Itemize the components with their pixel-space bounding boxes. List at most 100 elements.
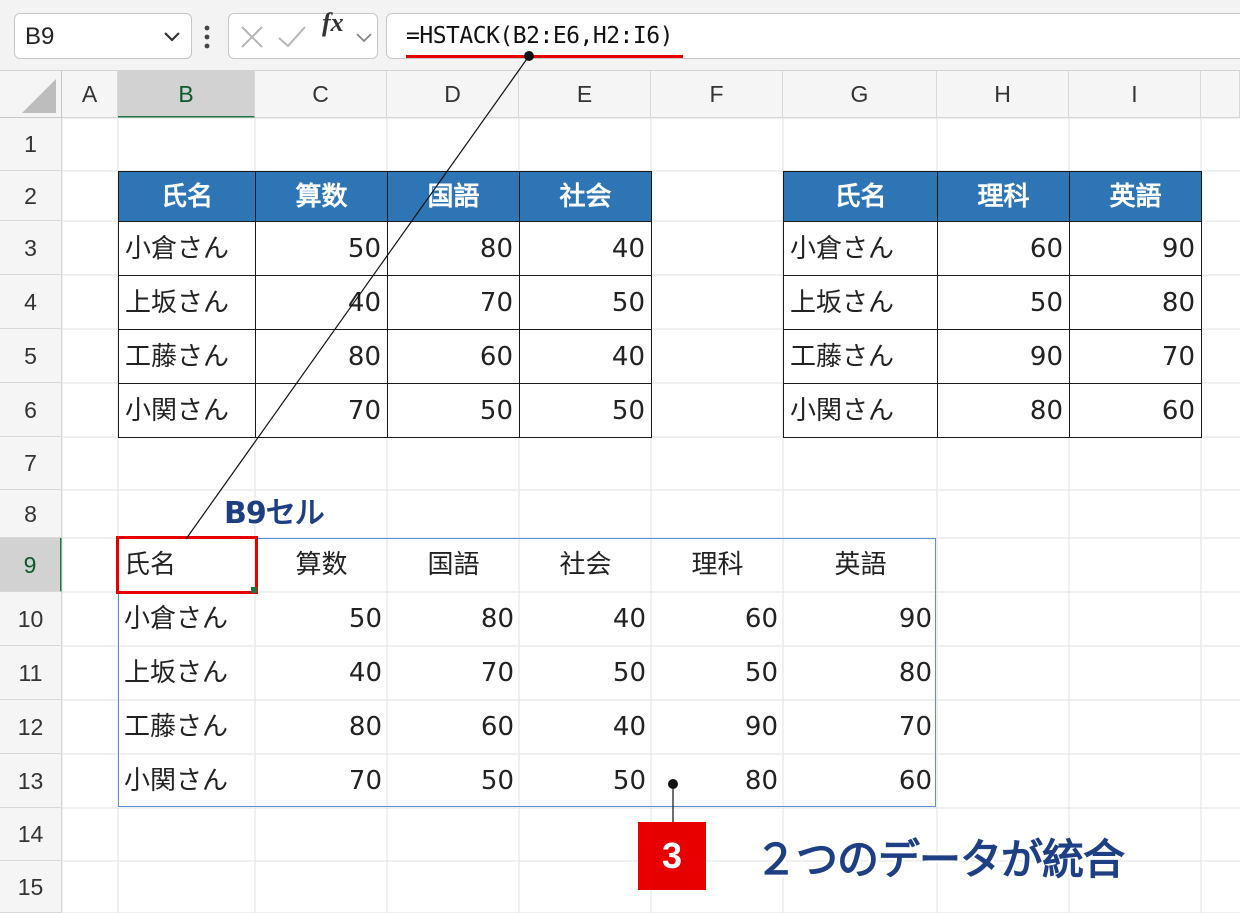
result-cell[interactable]: 40 <box>519 592 652 647</box>
formula-input[interactable]: =HSTACK(B2:E6,H2:I6) <box>386 13 1240 59</box>
table2-cell[interactable]: 工藤さん <box>783 329 938 384</box>
result-cell[interactable]: 90 <box>783 592 938 647</box>
column-header-h[interactable]: H <box>937 71 1069 118</box>
fill-handle[interactable] <box>251 587 257 593</box>
result-cell[interactable]: 工藤さん <box>118 700 256 755</box>
table1-cell[interactable]: 60 <box>387 329 520 384</box>
cancel-icon[interactable] <box>239 24 265 54</box>
table2-cell[interactable]: 60 <box>1069 383 1202 438</box>
row-header-2[interactable]: 2 <box>0 171 62 221</box>
column-header-a[interactable]: A <box>62 71 118 118</box>
table2-cell[interactable]: 90 <box>937 329 1070 384</box>
confirm-icon[interactable] <box>277 24 307 54</box>
insert-function-button[interactable]: fx <box>322 8 344 38</box>
result-cell[interactable]: 50 <box>519 646 652 701</box>
table2-cell[interactable]: 小倉さん <box>783 221 938 276</box>
row-header-3[interactable]: 3 <box>0 221 62 275</box>
table2-cell[interactable]: 80 <box>937 383 1070 438</box>
table1-cell[interactable]: 小倉さん <box>118 221 256 276</box>
table2-cell[interactable]: 50 <box>937 275 1070 330</box>
result-cell[interactable]: 50 <box>255 592 388 647</box>
table2-cell[interactable]: 80 <box>1069 275 1202 330</box>
result-cell[interactable]: 70 <box>255 754 388 809</box>
table1-cell[interactable]: 70 <box>255 383 388 438</box>
column-header-d[interactable]: D <box>387 71 519 118</box>
table1-cell[interactable]: 70 <box>387 275 520 330</box>
row-header-13[interactable]: 13 <box>0 754 62 808</box>
result-cell[interactable]: 50 <box>651 646 784 701</box>
result-cell[interactable]: 80 <box>387 592 520 647</box>
chevron-down-icon[interactable] <box>161 24 183 52</box>
row-header-5[interactable]: 5 <box>0 329 62 383</box>
result-header-cell[interactable]: 算数 <box>255 538 388 593</box>
row-header-9[interactable]: 9 <box>0 538 62 592</box>
column-header-f[interactable]: F <box>651 71 783 118</box>
row-header-14[interactable]: 14 <box>0 808 62 861</box>
table2-header-cell[interactable]: 理科 <box>937 171 1070 222</box>
result-cell[interactable]: 70 <box>387 646 520 701</box>
row-header-6[interactable]: 6 <box>0 383 62 437</box>
result-header-cell[interactable]: 理科 <box>651 538 784 593</box>
result-cell[interactable]: 40 <box>255 646 388 701</box>
column-header-g[interactable]: G <box>783 71 937 118</box>
row-header-8[interactable]: 8 <box>0 490 62 538</box>
result-cell[interactable]: 60 <box>651 592 784 647</box>
result-header-cell[interactable]: 国語 <box>387 538 520 593</box>
table2-cell[interactable]: 小関さん <box>783 383 938 438</box>
chevron-down-icon[interactable] <box>355 30 373 49</box>
table1-header-cell[interactable]: 国語 <box>387 171 520 222</box>
column-header-e[interactable]: E <box>519 71 651 118</box>
result-header-cell[interactable]: 英語 <box>783 538 938 593</box>
result-cell[interactable]: 小倉さん <box>118 592 256 647</box>
result-cell[interactable]: 60 <box>387 700 520 755</box>
result-cell[interactable]: 90 <box>651 700 784 755</box>
select-all-corner[interactable] <box>0 71 62 118</box>
result-cell[interactable]: 60 <box>783 754 938 809</box>
table1-cell[interactable]: 50 <box>387 383 520 438</box>
table2-cell[interactable]: 70 <box>1069 329 1202 384</box>
table2-cell[interactable]: 60 <box>937 221 1070 276</box>
result-cell[interactable]: 80 <box>651 754 784 809</box>
row-header-12[interactable]: 12 <box>0 700 62 754</box>
result-header-cell[interactable]: 氏名 <box>118 538 256 593</box>
table2-header-cell[interactable]: 氏名 <box>783 171 938 222</box>
more-options-icon[interactable] <box>200 20 214 54</box>
table1-cell[interactable]: 50 <box>519 275 652 330</box>
column-header-c[interactable]: C <box>255 71 387 118</box>
table1-cell[interactable]: 40 <box>519 221 652 276</box>
table1-cell[interactable]: 小関さん <box>118 383 256 438</box>
table1-cell[interactable]: 40 <box>255 275 388 330</box>
table2-cell[interactable]: 上坂さん <box>783 275 938 330</box>
table1-cell[interactable]: 80 <box>387 221 520 276</box>
table1-cell[interactable]: 40 <box>519 329 652 384</box>
name-box[interactable]: B9 <box>14 13 192 59</box>
column-header-next[interactable] <box>1201 71 1240 118</box>
table1-header-cell[interactable]: 社会 <box>519 171 652 222</box>
table1-header-cell[interactable]: 氏名 <box>118 171 256 222</box>
column-header-b[interactable]: B <box>118 71 255 118</box>
result-cell[interactable]: 50 <box>519 754 652 809</box>
result-cell[interactable]: 70 <box>783 700 938 755</box>
table2-header-cell[interactable]: 英語 <box>1069 171 1202 222</box>
row-header-11[interactable]: 11 <box>0 646 62 700</box>
table1-cell[interactable]: 上坂さん <box>118 275 256 330</box>
table1-cell[interactable]: 50 <box>519 383 652 438</box>
result-cell[interactable]: 80 <box>255 700 388 755</box>
result-cell[interactable]: 50 <box>387 754 520 809</box>
row-header-1[interactable]: 1 <box>0 118 62 171</box>
table2-cell[interactable]: 90 <box>1069 221 1202 276</box>
table1-cell[interactable]: 50 <box>255 221 388 276</box>
result-cell[interactable]: 小関さん <box>118 754 256 809</box>
table1-cell[interactable]: 工藤さん <box>118 329 256 384</box>
row-header-10[interactable]: 10 <box>0 592 62 646</box>
column-header-i[interactable]: I <box>1069 71 1201 118</box>
table1-header-cell[interactable]: 算数 <box>255 171 388 222</box>
result-cell[interactable]: 40 <box>519 700 652 755</box>
result-header-cell[interactable]: 社会 <box>519 538 652 593</box>
result-cell[interactable]: 上坂さん <box>118 646 256 701</box>
table1-cell[interactable]: 80 <box>255 329 388 384</box>
row-header-4[interactable]: 4 <box>0 275 62 329</box>
row-header-7[interactable]: 7 <box>0 437 62 490</box>
result-cell[interactable]: 80 <box>783 646 938 701</box>
row-header-15[interactable]: 15 <box>0 861 62 913</box>
